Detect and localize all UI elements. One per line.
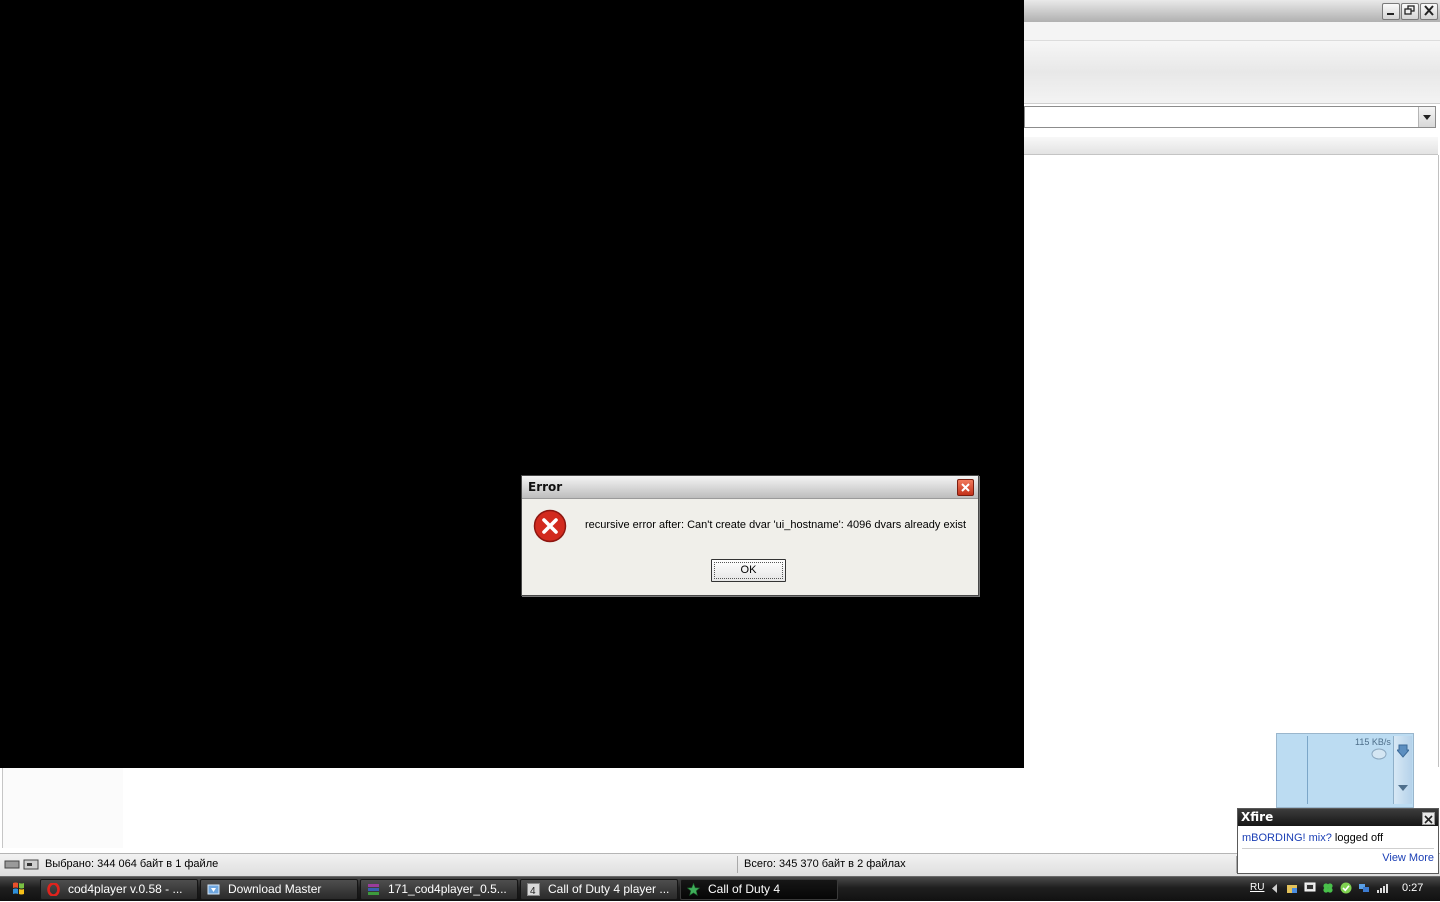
total-info: Всего: 345 370 байт в 2 файлах [744,858,906,870]
status-bar: Выбрано: 344 064 байт в 1 файле Всего: 3… [0,853,1440,876]
address-combobox[interactable] [1024,106,1436,128]
dialog-close-button[interactable] [957,479,974,496]
divider [1242,848,1434,849]
game-viewport[interactable] [0,0,1024,768]
taskbar-item-winrar[interactable]: 171_cod4player_0.5... [360,879,518,900]
taskbar-item-label: cod4player v.0.58 - ... [68,882,183,896]
shield-check-icon[interactable] [1340,882,1352,894]
cod4-icon: 4 [527,883,540,896]
chevron-left-icon[interactable] [1271,884,1278,893]
file-list-area[interactable] [1024,155,1439,767]
xfire-popup-titlebar: Xfire [1238,809,1438,826]
taskbar-item-label: Call of Duty 4 player ... [548,882,670,896]
column-header[interactable] [1024,137,1438,155]
xfire-message: mBORDING! mix? logged off [1242,832,1383,844]
dialog-title: Error [528,480,563,494]
error-icon [533,509,567,543]
taskbar-item-cod4[interactable]: Call of Duty 4 [680,879,838,900]
close-icon [961,483,970,492]
xfire-speed-widget[interactable]: 115 KB/s [1276,733,1414,808]
taskbar-item-label: Download Master [228,882,322,896]
speed-label: 115 KB/s [1355,737,1391,747]
background-window-titlebar[interactable] [1024,0,1440,23]
view-more-link[interactable]: View More [1382,852,1434,864]
bottom-pane [2,768,1439,848]
xfire-user-link[interactable]: mBORDING! mix? [1242,832,1332,844]
system-tray: RU 0:27 [1244,877,1440,901]
background-menubar [1024,22,1440,41]
clock[interactable]: 0:27 [1402,882,1423,894]
taskbar-item-download-master[interactable]: Download Master [200,879,358,900]
close-icon [1424,815,1433,824]
restore-icon [1404,5,1415,15]
close-icon [1424,5,1434,16]
taskbar-item-opera[interactable]: cod4player v.0.58 - ... [40,879,198,900]
restore-button[interactable] [1401,3,1419,20]
xfire-close-button[interactable] [1422,812,1435,825]
chat-bubble-icon [1371,748,1387,760]
selected-info: Выбрано: 344 064 байт в 1 файле [45,858,219,870]
svg-text:4: 4 [530,886,536,896]
winrar-icon [368,884,379,895]
chevron-down-icon[interactable] [1397,784,1409,792]
background-toolbar [1024,41,1440,104]
drive-icon [4,859,39,870]
dialog-titlebar[interactable]: Error [522,476,978,499]
taskbar-item-label: 171_cod4player_0.5... [388,882,507,896]
taskbar: cod4player v.0.58 - ... Download Master … [0,876,1440,901]
bottom-pane-left [3,768,123,848]
start-button[interactable] [2,878,36,899]
status-separator [737,856,738,873]
error-message: recursive error after: Can't create dvar… [585,519,967,531]
signal-bars-icon[interactable] [1376,882,1388,894]
xfire-notification[interactable]: Xfire mBORDING! mix? logged off View Mor… [1237,808,1439,874]
computer-icon[interactable] [1304,882,1316,894]
xfire-side-panel [1393,736,1412,804]
language-indicator[interactable]: RU [1250,882,1264,893]
network-folder-icon[interactable] [1286,882,1298,894]
graph-line [1307,736,1308,804]
taskbar-item-cod4-player[interactable]: 4 Call of Duty 4 player ... [520,879,678,900]
xfire-popup-title: Xfire [1241,810,1274,824]
cod4-star-icon [687,883,700,896]
network-icon[interactable] [1358,882,1370,894]
clover-icon[interactable] [1322,882,1334,894]
chevron-down-icon[interactable] [1418,107,1435,127]
windows-logo-icon [13,882,24,895]
opera-icon [47,883,60,896]
taskbar-item-label: Call of Duty 4 [708,882,781,896]
xfire-status-text: logged off [1334,832,1384,844]
minimize-icon [1387,13,1394,15]
close-button[interactable] [1420,3,1438,20]
error-dialog: Error recursive error after: Can't creat… [521,475,979,596]
minimize-button[interactable] [1382,3,1400,20]
download-arrow-icon[interactable] [1397,744,1409,758]
ok-button[interactable]: OK [711,559,786,582]
download-master-icon [207,884,220,895]
